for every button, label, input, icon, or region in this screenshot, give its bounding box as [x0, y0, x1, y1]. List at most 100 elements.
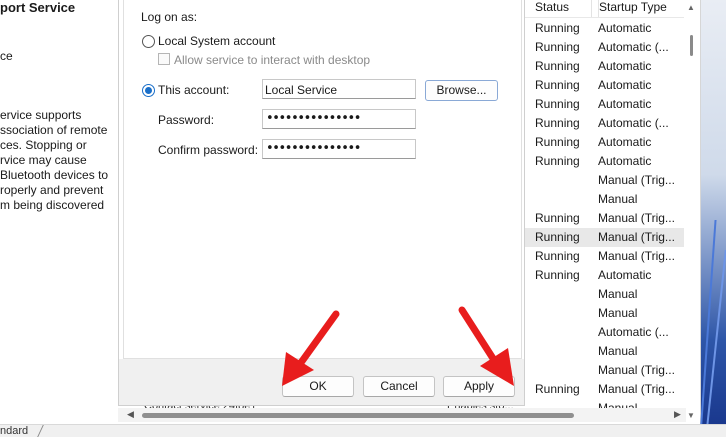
table-row[interactable]: Running Automatic [524, 266, 684, 285]
cancel-button[interactable]: Cancel [363, 376, 435, 397]
column-divider[interactable] [591, 0, 592, 17]
desktop-wallpaper [699, 0, 726, 436]
table-row[interactable]: Manual [524, 342, 684, 361]
allow-desktop-checkbox[interactable] [158, 53, 170, 65]
service-description: ervice supports ssociation of remote ces. … [0, 108, 108, 213]
this-account-label[interactable]: This account: [158, 83, 229, 97]
description-fragment: ce [0, 49, 13, 63]
browse-button[interactable]: Browse... [425, 80, 498, 101]
table-row[interactable]: Running Automatic [524, 95, 684, 114]
startup-type-cell: Manual [598, 344, 638, 358]
table-row[interactable]: Manual [524, 285, 684, 304]
startup-type-cell: Manual (Trig... [598, 211, 675, 225]
view-tab-standard[interactable]: ndard [0, 425, 28, 437]
table-row[interactable]: Manual [524, 190, 684, 209]
startup-type-cell: Automatic [598, 78, 652, 92]
startup-type-cell: Automatic [598, 59, 652, 73]
startup-type-cell: Automatic [598, 268, 652, 282]
scroll-left-arrow-icon[interactable]: ◀ [127, 409, 134, 420]
ok-button[interactable]: OK [282, 376, 354, 397]
horizontal-scroll-thumb[interactable] [142, 413, 574, 418]
description-line: m being discovered [0, 198, 105, 212]
table-row[interactable]: Running Automatic [524, 152, 684, 171]
description-line: roperly and prevent [0, 183, 104, 197]
table-row[interactable]: Running Automatic [524, 76, 684, 95]
column-header-startup-label: Startup Type [599, 0, 667, 14]
tab-divider [37, 425, 44, 437]
status-cell: Running [535, 154, 580, 168]
status-cell: Running [535, 382, 580, 396]
status-bar: ndard [0, 424, 726, 437]
status-cell: Running [535, 40, 580, 54]
status-cell: Running [535, 249, 580, 263]
password-label: Password: [158, 113, 215, 127]
table-row[interactable]: Manual (Trig... [524, 171, 684, 190]
startup-type-cell: Manual (Trig... [598, 230, 675, 244]
confirm-password-field[interactable]: ••••••••••••••• [262, 139, 416, 159]
table-row[interactable]: Running Automatic [524, 57, 684, 76]
table-row[interactable]: Running Manual (Trig... [524, 209, 684, 228]
password-field[interactable]: ••••••••••••••• [262, 109, 416, 129]
this-account-radio[interactable] [142, 84, 155, 97]
scroll-up-arrow-icon[interactable]: ▲ [687, 3, 695, 12]
header-separator [524, 17, 684, 18]
local-system-radio[interactable] [142, 35, 155, 48]
status-cell: Running [535, 268, 580, 282]
apply-button[interactable]: Apply [443, 376, 515, 397]
description-line: rvice may cause [0, 153, 87, 167]
table-row[interactable]: Automatic (... [524, 323, 684, 342]
table-row[interactable]: Running Automatic [524, 133, 684, 152]
startup-type-cell: Automatic [598, 154, 652, 168]
startup-type-cell: Automatic (... [598, 325, 669, 339]
table-row[interactable]: Running Manual (Trig... [524, 247, 684, 266]
startup-type-cell: Automatic (... [598, 40, 669, 54]
status-cell: Running [535, 116, 580, 130]
scroll-right-arrow-icon[interactable]: ▶ [674, 409, 681, 420]
description-line: ssociation of remote [0, 123, 108, 137]
column-header-status[interactable]: Status [535, 0, 591, 18]
table-rows: Running Automatic Running Automatic (... Run… [524, 19, 684, 418]
startup-type-cell: Manual (Trig... [598, 382, 675, 396]
table-row[interactable]: Manual (Trig... [524, 361, 684, 380]
log-on-as-label: Log on as: [141, 10, 198, 24]
table-row[interactable]: Running Automatic (... [524, 114, 684, 133]
description-line: ervice supports [0, 108, 82, 122]
local-system-label[interactable]: Local System account [158, 34, 275, 48]
confirm-password-label: Confirm password: [158, 143, 259, 157]
table-row[interactable]: Running Automatic [524, 19, 684, 38]
scroll-down-arrow-icon[interactable]: ▼ [687, 411, 695, 420]
service-title: port Service [0, 0, 76, 15]
status-cell: Running [535, 135, 580, 149]
allow-desktop-label: Allow service to interact with desktop [174, 53, 371, 67]
status-cell: Running [535, 21, 580, 35]
startup-type-cell: Manual [598, 306, 638, 320]
wallpaper-streak [705, 250, 726, 436]
startup-type-cell: Manual (Trig... [598, 363, 675, 377]
status-cell: Running [535, 78, 580, 92]
services-table: Status Startup Type Running Automatic Runn… [524, 0, 726, 436]
table-row[interactable]: Running Manual (Trig... [524, 228, 684, 247]
vertical-scrollbar[interactable] [684, 0, 700, 420]
startup-type-cell: Automatic [598, 135, 652, 149]
table-row[interactable]: Running Manual (Trig... [524, 380, 684, 399]
vertical-scroll-thumb[interactable] [690, 35, 693, 56]
account-name-field[interactable]: Local Service [262, 79, 416, 99]
startup-type-cell: Automatic (... [598, 116, 669, 130]
service-description-pane: port Service ce ervice supports ssociatio… [0, 0, 118, 436]
table-row[interactable]: Running Automatic (... [524, 38, 684, 57]
startup-type-cell: Manual (Trig... [598, 249, 675, 263]
column-header-startup-type[interactable]: Startup Type [598, 0, 689, 18]
service-properties-dialog: Log on as: Local System account Allow se… [118, 0, 525, 406]
status-cell: Running [535, 211, 580, 225]
log-on-tab-panel: Log on as: Local System account Allow se… [123, 0, 522, 359]
startup-type-cell: Manual [598, 192, 638, 206]
status-cell: Running [535, 59, 580, 73]
startup-type-cell: Automatic [598, 97, 652, 111]
status-cell: Running [535, 230, 580, 244]
startup-type-cell: Manual (Trig... [598, 173, 675, 187]
table-row[interactable]: Manual [524, 304, 684, 323]
dialog-button-bar: OK Cancel Apply [119, 359, 524, 405]
status-cell: Running [535, 97, 580, 111]
startup-type-cell: Manual [598, 287, 638, 301]
description-line: ces. Stopping or [0, 138, 87, 152]
